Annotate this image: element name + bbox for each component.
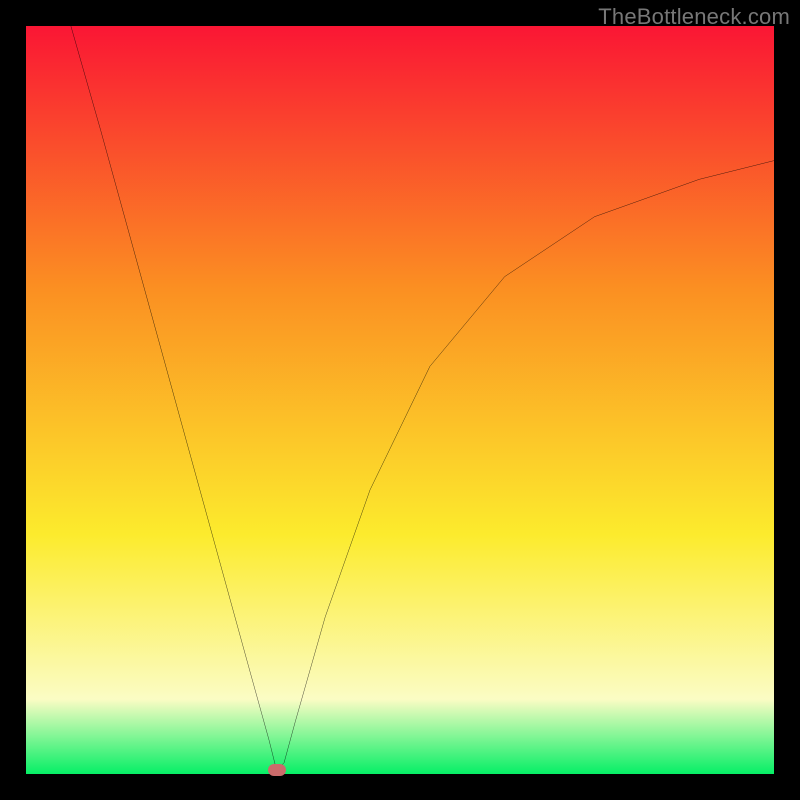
watermark-text: TheBottleneck.com <box>598 4 790 30</box>
chart-frame: TheBottleneck.com <box>0 0 800 800</box>
plot-area <box>26 26 774 774</box>
plot-svg <box>26 26 774 774</box>
gradient-background <box>26 26 774 774</box>
